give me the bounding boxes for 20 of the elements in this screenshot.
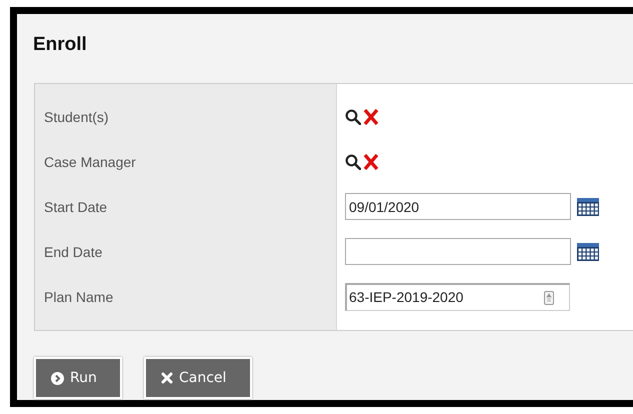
field-label: Case Manager [44, 154, 136, 170]
run-button[interactable]: Run [34, 357, 122, 399]
chevron-circle-icon[interactable] [51, 372, 64, 384]
calendar-icon[interactable] [577, 198, 599, 216]
clear-icon[interactable] [363, 108, 379, 124]
calendar-icon[interactable] [577, 242, 599, 260]
field-label: Plan Name [44, 288, 114, 304]
clear-icon[interactable] [363, 154, 379, 170]
dialog-title: Enroll [32, 33, 88, 57]
cancel-button[interactable]: Cancel [144, 357, 252, 399]
field-label: Student(s) [44, 108, 109, 124]
search-icon[interactable] [345, 154, 361, 170]
close-icon[interactable] [161, 372, 173, 384]
date-field[interactable]: 09/01/2020 [345, 193, 571, 220]
field-label: End Date [44, 244, 102, 260]
date-field[interactable] [345, 238, 571, 265]
plan-name-field[interactable]: 63-IEP-2019-2020 [345, 282, 570, 310]
field-label: Start Date [44, 198, 108, 214]
search-icon[interactable] [345, 108, 361, 124]
list-icon[interactable] [544, 290, 554, 304]
